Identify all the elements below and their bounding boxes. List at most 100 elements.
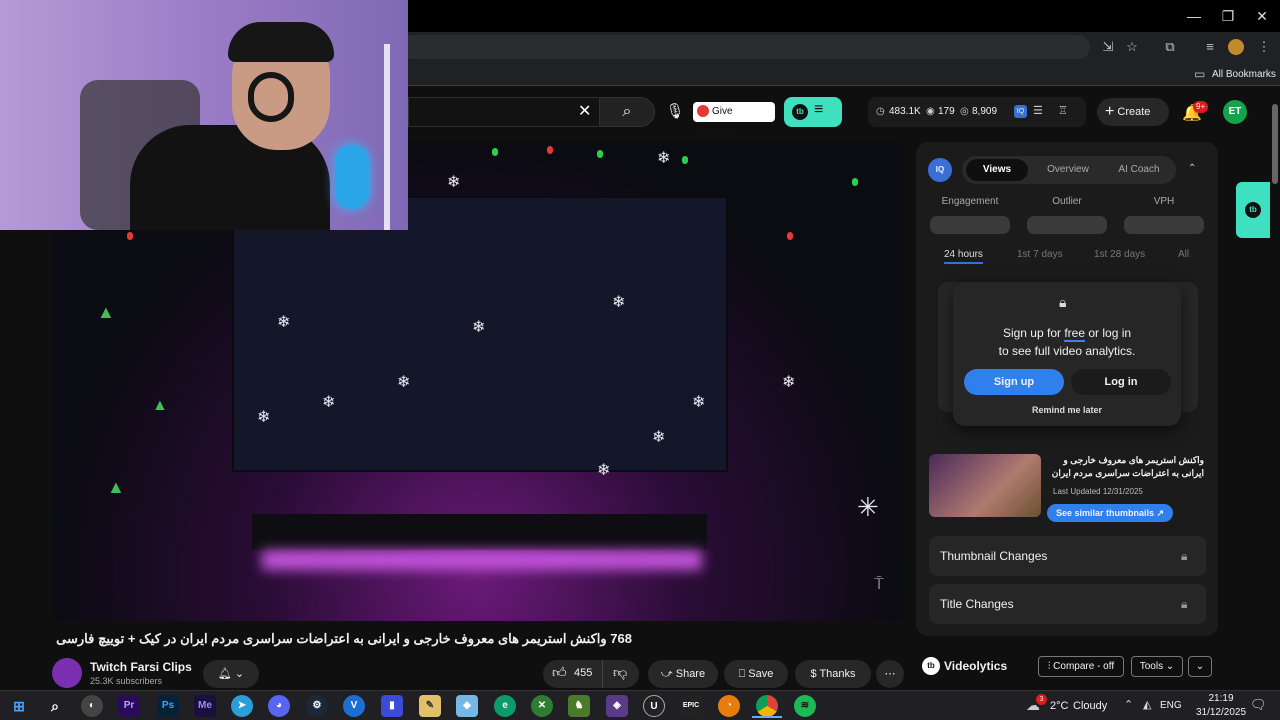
microphone-icon[interactable]: 🎙: [664, 98, 686, 126]
all-bookmarks-link[interactable]: All Bookmarks: [1212, 69, 1276, 80]
compare-toggle[interactable]: ⫶ Compare - off: [1038, 656, 1124, 677]
premiere-icon[interactable]: Pr: [118, 695, 140, 717]
discord-icon[interactable]: ◕: [268, 695, 290, 717]
app-icon[interactable]: V: [343, 695, 365, 717]
eye-icon: ◉: [926, 106, 935, 117]
clear-search-icon[interactable]: ✕: [578, 101, 591, 121]
windows-start-icon[interactable]: ⊞: [8, 695, 30, 717]
webcam-person-hair: [228, 22, 334, 62]
title-changes-row[interactable]: Title Changes 🔒︎: [929, 584, 1206, 624]
media-control-icon[interactable]: ≡: [1202, 39, 1218, 55]
metric-vph-label: VPH: [1153, 196, 1175, 207]
video-title: 768 واکنش استریمر های معروف خارجی و ایرا…: [52, 631, 632, 646]
chrome-icon[interactable]: [756, 695, 778, 717]
subscribed-bell-button[interactable]: 🔔︎ ⌄: [203, 660, 259, 688]
dislike-icon[interactable]: 👎︎: [613, 664, 627, 681]
metric-outlier-value: [1027, 216, 1107, 234]
restore-icon[interactable]: ❐: [1218, 6, 1238, 26]
files-icon[interactable]: ◆: [456, 695, 478, 717]
similar-thumbnail-image[interactable]: [929, 454, 1041, 517]
bookmark-star-icon[interactable]: ☆: [1124, 39, 1140, 55]
tab-overview[interactable]: Overview: [1036, 159, 1100, 181]
steam-icon[interactable]: ⚙: [306, 695, 328, 717]
blender-icon[interactable]: ◔: [718, 695, 740, 717]
close-window-icon[interactable]: ✕: [1252, 6, 1272, 26]
chrome-menu-icon[interactable]: ⋮: [1256, 39, 1272, 55]
tubebuddy-logo-icon: tb: [1245, 202, 1261, 218]
range-28d[interactable]: 1st 28 days: [1094, 249, 1145, 260]
collapse-chevron-icon[interactable]: ⌃: [1188, 163, 1196, 174]
plus-icon: +: [1105, 103, 1115, 121]
channel-watermark-icon[interactable]: ⍑: [865, 576, 893, 598]
login-button[interactable]: Log in: [1071, 369, 1171, 395]
list-icon[interactable]: ☰: [1033, 104, 1043, 117]
telegram-icon[interactable]: ➤: [231, 695, 253, 717]
channel-avatar[interactable]: [52, 658, 82, 688]
string-light: [127, 232, 133, 240]
metric-vph-value: [1124, 216, 1204, 234]
chart-app-icon[interactable]: ▮: [381, 695, 403, 717]
minimize-icon[interactable]: —: [1184, 6, 1204, 26]
share-button[interactable]: ⤻ Share: [648, 660, 718, 688]
controller-icon[interactable]: ◈: [606, 695, 628, 717]
give-feedback-button[interactable]: Give feedback: [693, 102, 775, 137]
tools-dropdown[interactable]: Tools ⌄: [1131, 656, 1183, 677]
range-all[interactable]: All: [1178, 249, 1189, 260]
like-icon[interactable]: 👍︎: [552, 664, 567, 681]
install-app-icon[interactable]: ⇲: [1100, 39, 1116, 55]
thanks-button[interactable]: $ Thanks: [795, 660, 871, 688]
network-icon[interactable]: ◭: [1143, 698, 1151, 711]
see-similar-button[interactable]: See similar thumbnails ↗: [1047, 504, 1173, 522]
like-divider: [602, 660, 603, 688]
avatar[interactable]: ET: [1223, 100, 1247, 124]
clock-time[interactable]: 21:19: [1200, 693, 1242, 704]
search-icon[interactable]: ⌕: [599, 97, 655, 127]
search-input[interactable]: [408, 97, 598, 127]
notification-center-icon[interactable]: 🗨: [1250, 697, 1267, 713]
xbox-icon[interactable]: ✕: [531, 695, 553, 717]
trophy-icon[interactable]: ♖: [1058, 104, 1068, 117]
taskbar-search-icon[interactable]: ⌕: [44, 695, 66, 717]
page-scrollbar[interactable]: [1272, 104, 1278, 184]
snowflake-decoration: ❄: [692, 394, 706, 411]
string-light: [547, 146, 553, 154]
profile-icon[interactable]: [1228, 39, 1244, 55]
edge-icon[interactable]: e: [494, 695, 516, 717]
photoshop-icon[interactable]: Ps: [157, 695, 179, 717]
omnibox[interactable]: [400, 35, 1090, 59]
epic-games-icon[interactable]: EPIC: [680, 695, 702, 717]
lock-icon: 🔒︎: [1059, 294, 1067, 310]
more-actions-icon[interactable]: ⋯: [876, 660, 904, 688]
obs-icon[interactable]: ◐: [81, 695, 103, 717]
language-indicator[interactable]: ENG: [1160, 700, 1182, 711]
tab-ai-coach[interactable]: AI Coach: [1106, 159, 1172, 181]
hamburger-icon: ≡: [814, 101, 824, 118]
headphones-icon: [248, 72, 294, 122]
thumbnail-changes-row[interactable]: Thumbnail Changes 🔒︎: [929, 536, 1206, 576]
game-icon[interactable]: ♞: [568, 695, 590, 717]
extensions-icon[interactable]: ⧉: [1162, 39, 1178, 55]
signup-button[interactable]: Sign up: [964, 369, 1064, 395]
iq-icon[interactable]: IQ: [1014, 105, 1027, 118]
channel-name[interactable]: Twitch Farsi Clips: [90, 660, 192, 674]
expand-chevron-icon[interactable]: ⌄: [1188, 656, 1212, 677]
unreal-icon[interactable]: U: [643, 695, 665, 717]
snowflake-decoration: ❄: [612, 294, 626, 311]
notepad-icon[interactable]: ✎: [419, 695, 441, 717]
media-encoder-icon[interactable]: Me: [194, 695, 216, 717]
floating-extension-tab[interactable]: tb: [1236, 182, 1270, 238]
range-7d[interactable]: 1st 7 days: [1017, 249, 1063, 260]
save-button[interactable]: ⎕ Save: [724, 660, 788, 688]
spotify-icon[interactable]: ≋: [794, 695, 816, 717]
bookmark-icon: ⎕: [738, 668, 746, 680]
tubebuddy-logo-icon: tb: [792, 104, 808, 120]
tree-decoration: ▲: [107, 477, 125, 497]
remind-later-link[interactable]: Remind me later: [953, 405, 1181, 415]
clock-date[interactable]: 31/12/2025: [1186, 707, 1256, 718]
tab-views[interactable]: Views: [966, 159, 1028, 181]
extension-menu-button[interactable]: tb ≡: [784, 97, 842, 127]
range-24h[interactable]: 24 hours: [944, 249, 983, 264]
tray-chevron-icon[interactable]: ⌃: [1124, 698, 1133, 711]
create-button[interactable]: + Create: [1097, 98, 1169, 126]
chevron-down-icon: ⌄: [1165, 661, 1175, 672]
